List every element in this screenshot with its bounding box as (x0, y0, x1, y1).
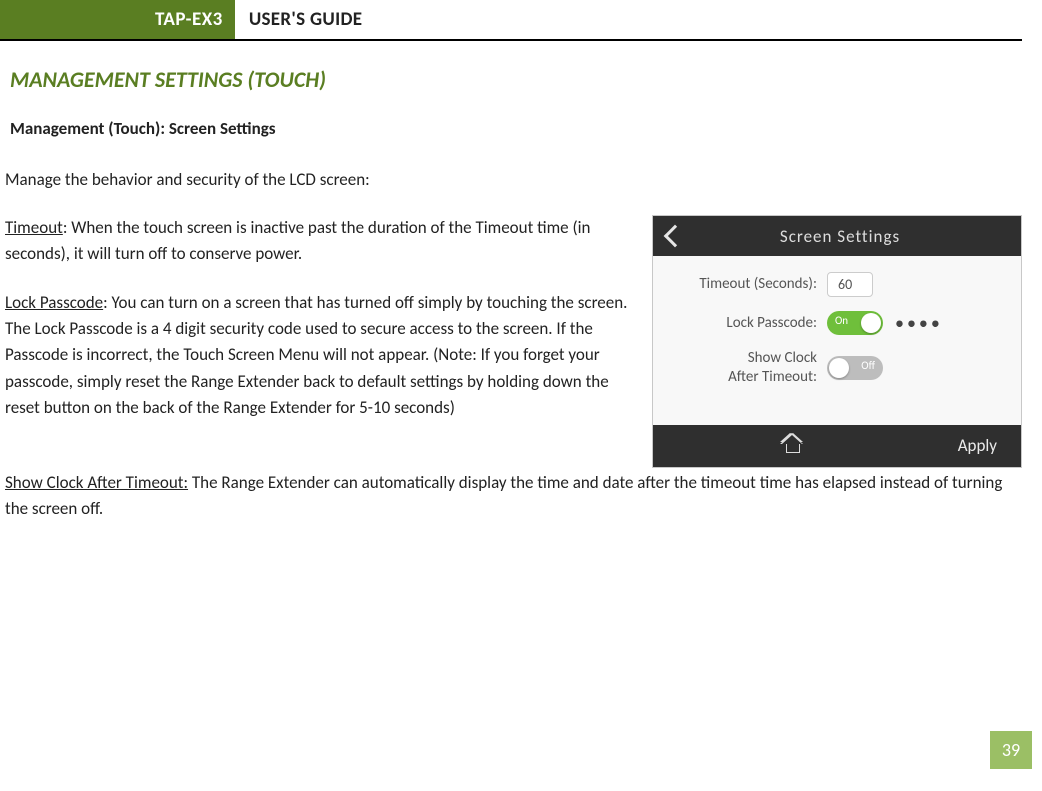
lock-field-label: Lock Passcode: (667, 314, 827, 333)
product-badge: TAP-EX3 (0, 0, 235, 39)
section-title: MANAGEMENT SETTINGS (TOUCH) (10, 66, 1022, 93)
home-icon[interactable] (783, 439, 801, 453)
intro-text: Manage the behavior and security of the … (5, 169, 1022, 190)
back-icon[interactable] (664, 225, 687, 248)
timeout-field-label: Timeout (Seconds): (667, 275, 827, 294)
lock-passcode-label: Lock Passcode (5, 292, 103, 313)
clock-toggle[interactable]: Off (827, 356, 883, 380)
page-header: TAP-EX3 USER'S GUIDE (0, 0, 1022, 41)
apply-button[interactable]: Apply (958, 435, 997, 456)
clock-field-value: Off (827, 356, 883, 380)
toggle-on-text: On (835, 314, 848, 327)
page-content: MANAGEMENT SETTINGS (TOUCH) Management (… (0, 66, 1042, 522)
lock-field-value: On •••• (827, 311, 943, 335)
clock-field-label: Show Clock After Timeout: (667, 349, 827, 387)
screenshot-title: Screen Settings (703, 226, 977, 247)
page-number: 39 (990, 731, 1032, 769)
subsection-title: Management (Touch): Screen Settings (10, 118, 1022, 139)
toggle-knob (861, 313, 881, 333)
timeout-field-value: 60 (827, 272, 873, 297)
passcode-mask[interactable]: •••• (895, 312, 943, 334)
show-clock-paragraph: Show Clock After Timeout: The Range Exte… (5, 470, 1022, 523)
clock-row: Show Clock After Timeout: Off (667, 349, 1003, 387)
timeout-text: : When the touch screen is inactive past… (5, 217, 590, 264)
device-screenshot: Screen Settings Timeout (Seconds): 60 Lo… (652, 215, 1022, 468)
content-row: Timeout: When the touch screen is inacti… (5, 215, 1022, 468)
clock-label-line2: After Timeout: (728, 368, 817, 386)
screenshot-header: Screen Settings (653, 216, 1021, 256)
show-clock-label: Show Clock After Timeout: (5, 472, 188, 493)
toggle-off-text: Off (861, 359, 875, 372)
lock-passcode-paragraph: Lock Passcode: You can turn on a screen … (5, 290, 628, 422)
lock-toggle[interactable]: On (827, 311, 883, 335)
timeout-paragraph: Timeout: When the touch screen is inacti… (5, 215, 628, 268)
screenshot-footer: Apply (653, 425, 1021, 467)
timeout-input[interactable]: 60 (827, 272, 873, 297)
text-column: Timeout: When the touch screen is inacti… (5, 215, 628, 443)
timeout-row: Timeout (Seconds): 60 (667, 272, 1003, 297)
lock-row: Lock Passcode: On •••• (667, 311, 1003, 335)
screenshot-body: Timeout (Seconds): 60 Lock Passcode: On … (653, 256, 1021, 425)
toggle-knob (829, 358, 849, 378)
guide-title: USER'S GUIDE (235, 0, 376, 39)
timeout-label: Timeout (5, 217, 63, 238)
clock-label-line1: Show Clock (748, 349, 817, 367)
